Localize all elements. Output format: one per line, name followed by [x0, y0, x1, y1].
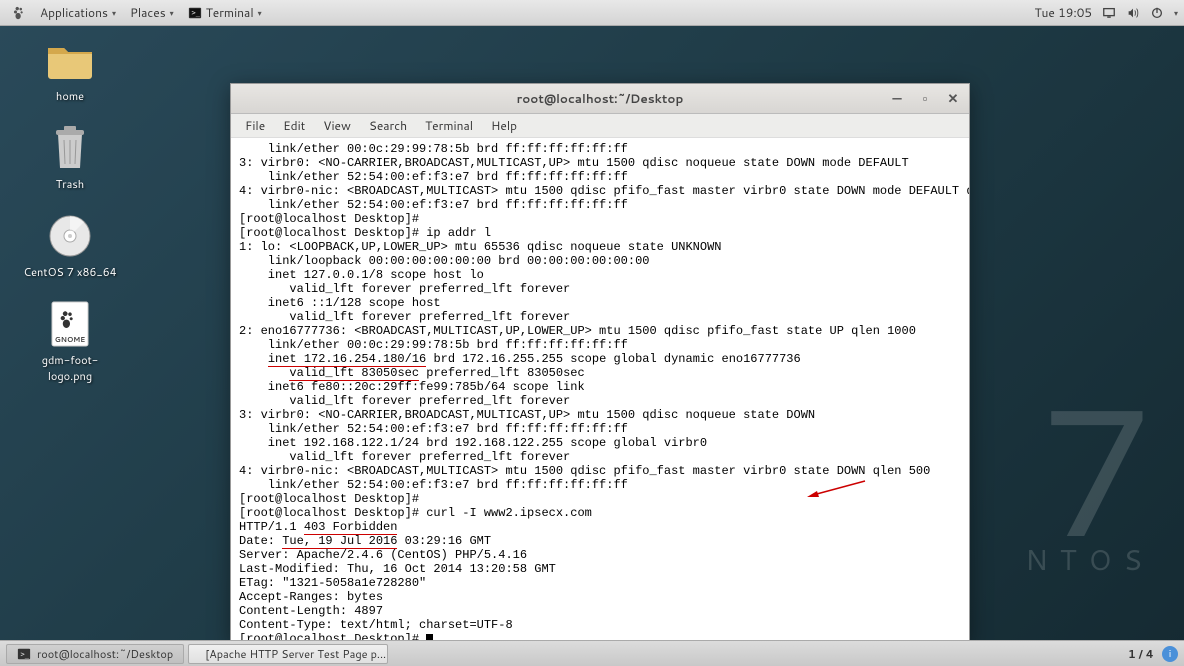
menu-edit[interactable]: Edit — [275, 115, 313, 136]
desktop-icon-trash[interactable]: Trash — [20, 124, 120, 192]
menu-file[interactable]: File — [237, 115, 273, 136]
terminal-line: inet 192.168.122.1/24 brd 192.168.122.25… — [239, 436, 961, 450]
chevron-down-icon: ▾ — [112, 7, 116, 19]
terminal-line: valid_lft 83050sec preferred_lft 83050se… — [239, 366, 961, 380]
applications-menu[interactable]: Applications▾ — [34, 2, 122, 23]
terminal-line: ETag: "1321-5058a1e728280" — [239, 576, 961, 590]
gnome-foot-icon — [12, 6, 26, 20]
terminal-line: inet 127.0.0.1/8 scope host lo — [239, 268, 961, 282]
chevron-down-icon: ▾ — [170, 7, 174, 19]
terminal-line: inet6 ::1/128 scope host — [239, 296, 961, 310]
terminal-line: Content-Length: 4897 — [239, 604, 961, 618]
terminal-line: [root@localhost Desktop]# ip addr l — [239, 226, 961, 240]
desktop-icon-label: CentOS 7 x86_64 — [23, 264, 116, 280]
terminal-line: HTTP/1.1 403 Forbidden — [239, 520, 961, 534]
taskbar-item-terminal[interactable]: >_ root@localhost:~/Desktop — [6, 644, 184, 664]
gnome-foot-menu[interactable] — [6, 4, 32, 22]
terminal-line: Content-Type: text/html; charset=UTF-8 — [239, 618, 961, 632]
terminal-line: Date: Tue, 19 Jul 2016 03:29:16 GMT — [239, 534, 961, 548]
desktop[interactable]: home Trash CentOS 7 x86_64 GNOME gdm-foo… — [0, 26, 1184, 640]
terminal-line: [root@localhost Desktop]# curl -I www2.i… — [239, 506, 961, 520]
terminal-line: 2: eno16777736: <BROADCAST,MULTICAST,UP,… — [239, 324, 961, 338]
desktop-icon-label: Trash — [56, 176, 84, 192]
svg-text:>_: >_ — [21, 650, 30, 658]
tray-info-icon[interactable]: i — [1162, 646, 1178, 662]
gnome-topbar: Applications▾ Places▾ >_ Terminal▾ Tue 1… — [0, 0, 1184, 26]
terminal-line: 3: virbr0: <NO-CARRIER,BROADCAST,MULTICA… — [239, 156, 961, 170]
chevron-down-icon: ▾ — [1174, 7, 1178, 19]
terminal-line: valid_lft forever preferred_lft forever — [239, 394, 961, 408]
disc-icon — [46, 212, 94, 260]
workspace-indicator[interactable]: 1 / 4 — [1128, 646, 1154, 662]
desktop-icon-disc[interactable]: CentOS 7 x86_64 — [20, 212, 120, 280]
menu-terminal[interactable]: Terminal — [417, 115, 481, 136]
terminal-line: 4: virbr0-nic: <BROADCAST,MULTICAST> mtu… — [239, 464, 961, 478]
chevron-down-icon: ▾ — [258, 7, 262, 19]
svg-text:>_: >_ — [191, 8, 200, 16]
volume-icon[interactable] — [1126, 6, 1140, 20]
centos-watermark: 7 NTOS — [1025, 396, 1154, 580]
terminal-menubar: File Edit View Search Terminal Help — [231, 114, 969, 138]
terminal-line: Accept-Ranges: bytes — [239, 590, 961, 604]
terminal-line: Server: Apache/2.4.6 (CentOS) PHP/5.4.16 — [239, 548, 961, 562]
desktop-icon-label: gdm-foot-logo.png — [20, 352, 120, 384]
terminal-line: link/ether 52:54:00:ef:f3:e7 brd ff:ff:f… — [239, 478, 961, 492]
taskbar-item-label: [Apache HTTP Server Test Page p... — [205, 646, 386, 662]
window-title: root@localhost:~/Desktop — [517, 90, 684, 107]
terminal-line: Last-Modified: Thu, 16 Oct 2014 13:20:58… — [239, 562, 961, 576]
terminal-line: inet 172.16.254.180/16 brd 172.16.255.25… — [239, 352, 961, 366]
terminal-icon: >_ — [17, 647, 31, 661]
terminal-appmenu[interactable]: >_ Terminal▾ — [182, 2, 268, 23]
close-button[interactable]: ✕ — [945, 90, 961, 108]
bottom-taskbar: >_ root@localhost:~/Desktop [Apache HTTP… — [0, 640, 1184, 666]
terminal-content[interactable]: link/ether 00:0c:29:99:78:5b brd ff:ff:f… — [231, 138, 969, 642]
terminal-icon: >_ — [188, 6, 202, 20]
menu-search[interactable]: Search — [361, 115, 415, 136]
taskbar-item-firefox[interactable]: [Apache HTTP Server Test Page p... — [188, 644, 388, 664]
window-titlebar[interactable]: root@localhost:~/Desktop — ▫ ✕ — [231, 84, 969, 114]
minimize-button[interactable]: — — [889, 90, 905, 108]
terminal-line: link/ether 00:0c:29:99:78:5b brd ff:ff:f… — [239, 142, 961, 156]
places-menu[interactable]: Places▾ — [124, 2, 180, 23]
terminal-line: 4: virbr0-nic: <BROADCAST,MULTICAST> mtu… — [239, 184, 961, 198]
terminal-line: 1: lo: <LOOPBACK,UP,LOWER_UP> mtu 65536 … — [239, 240, 961, 254]
screen-icon[interactable] — [1102, 6, 1116, 20]
svg-text:GNOME: GNOME — [55, 335, 86, 345]
desktop-icon-home[interactable]: home — [20, 36, 120, 104]
terminal-line: [root@localhost Desktop]# — [239, 212, 961, 226]
terminal-line: inet6 fe80::20c:29ff:fe99:785b/64 scope … — [239, 380, 961, 394]
terminal-line: valid_lft forever preferred_lft forever — [239, 450, 961, 464]
menu-view[interactable]: View — [315, 115, 359, 136]
terminal-line: 3: virbr0: <NO-CARRIER,BROADCAST,MULTICA… — [239, 408, 961, 422]
terminal-line: [root@localhost Desktop]# — [239, 492, 961, 506]
terminal-line: link/ether 52:54:00:ef:f3:e7 brd ff:ff:f… — [239, 170, 961, 184]
terminal-line: link/ether 52:54:00:ef:f3:e7 brd ff:ff:f… — [239, 422, 961, 436]
desktop-icon-label: home — [56, 88, 84, 104]
terminal-window: root@localhost:~/Desktop — ▫ ✕ File Edit… — [230, 83, 970, 643]
folder-icon — [46, 36, 94, 84]
terminal-line: valid_lft forever preferred_lft forever — [239, 282, 961, 296]
menu-help[interactable]: Help — [483, 115, 525, 136]
image-file-icon: GNOME — [46, 300, 94, 348]
maximize-button[interactable]: ▫ — [917, 90, 933, 108]
clock[interactable]: Tue 19:05 — [1034, 4, 1092, 21]
terminal-line: link/ether 52:54:00:ef:f3:e7 brd ff:ff:f… — [239, 198, 961, 212]
taskbar-item-label: root@localhost:~/Desktop — [37, 646, 173, 662]
terminal-line: valid_lft forever preferred_lft forever — [239, 310, 961, 324]
power-icon[interactable] — [1150, 6, 1164, 20]
desktop-icon-image[interactable]: GNOME gdm-foot-logo.png — [20, 300, 120, 384]
terminal-line: link/ether 00:0c:29:99:78:5b brd ff:ff:f… — [239, 338, 961, 352]
terminal-line: link/loopback 00:00:00:00:00:00 brd 00:0… — [239, 254, 961, 268]
trash-icon — [46, 124, 94, 172]
